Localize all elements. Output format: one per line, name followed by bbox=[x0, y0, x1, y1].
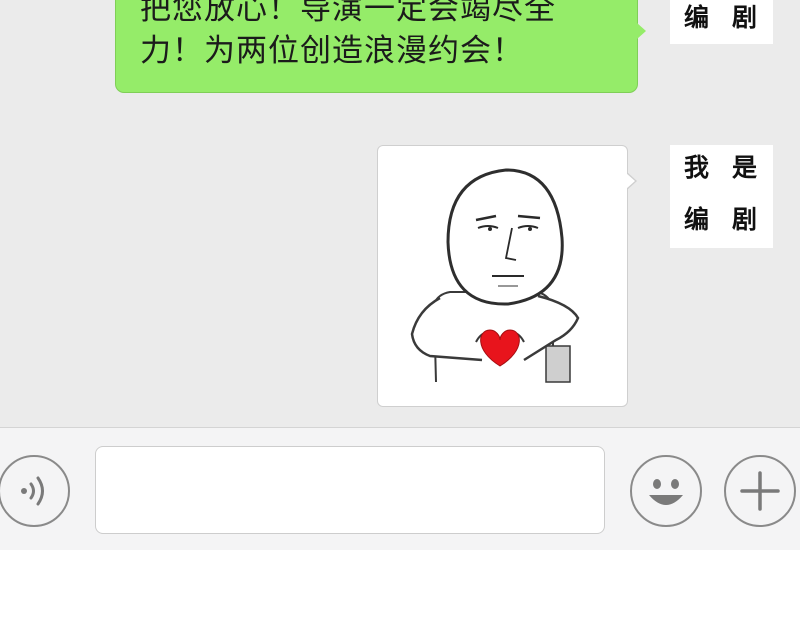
bottom-blank-area bbox=[0, 550, 800, 625]
outgoing-message-bubble[interactable]: 把您放心！导演一定会竭尽全 力！为两位创造浪漫约会！ bbox=[115, 0, 646, 93]
emoji-button[interactable] bbox=[630, 455, 702, 527]
voice-button[interactable] bbox=[0, 455, 70, 527]
chat-area: 把您放心！导演一定会竭尽全 力！为两位创造浪漫约会！ 编 剧 我 是 编 剧 bbox=[0, 0, 800, 428]
more-button[interactable] bbox=[724, 455, 796, 527]
message-text-line: 把您放心！导演一定会竭尽全 bbox=[140, 0, 556, 27]
heart-hands-sticker bbox=[410, 168, 580, 383]
sticker-message-bubble[interactable] bbox=[377, 145, 637, 407]
input-bar bbox=[0, 428, 800, 550]
avatar-label-char: 剧 bbox=[732, 205, 758, 234]
avatar-label-char: 编 bbox=[684, 3, 710, 32]
bubble-arrow bbox=[637, 23, 646, 39]
message-input[interactable] bbox=[95, 446, 605, 534]
voice-icon bbox=[21, 476, 44, 506]
avatar-label-char: 编 bbox=[684, 205, 710, 234]
message-text-line: 力！为两位创造浪漫约会！ bbox=[140, 33, 524, 69]
bubble-arrow bbox=[626, 173, 635, 189]
avatar-label-char: 是 bbox=[732, 153, 758, 182]
smiley-emoji-icon bbox=[649, 479, 683, 505]
avatar[interactable]: 编 剧 bbox=[670, 0, 773, 44]
avatar-label-char: 剧 bbox=[732, 3, 758, 32]
plus-icon bbox=[740, 471, 780, 511]
avatar-label-char: 我 bbox=[684, 153, 710, 182]
avatar[interactable]: 我 是 编 剧 bbox=[670, 145, 773, 248]
